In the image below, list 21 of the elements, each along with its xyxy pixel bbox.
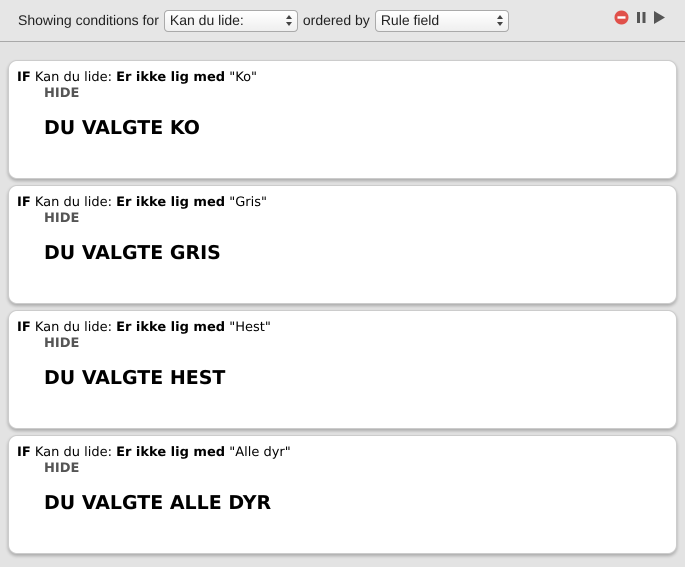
- stepper-icon: [496, 15, 503, 26]
- rule-action: HIDE: [44, 461, 80, 477]
- rule-action: HIDE: [44, 211, 80, 227]
- order-select[interactable]: Rule field: [374, 10, 509, 32]
- stop-icon[interactable]: [614, 10, 629, 25]
- play-icon[interactable]: [654, 11, 665, 24]
- rule-condition: IF Kan du lide: Er ikke lig med "Ko": [17, 70, 258, 86]
- rule-condition: IF Kan du lide: Er ikke lig med "Alle dyr": [17, 445, 291, 461]
- rule-action: HIDE: [44, 336, 80, 352]
- stepper-icon: [286, 15, 292, 26]
- rule-action: HIDE: [44, 86, 80, 102]
- rule-target: DU VALGTE ALLE DYR: [44, 491, 272, 515]
- rule-target: DU VALGTE GRIS: [44, 241, 221, 265]
- toolbar-label: ordered by: [302, 11, 370, 30]
- rule-target: DU VALGTE KO: [44, 116, 200, 140]
- field-select[interactable]: Kan du lide:: [164, 10, 298, 32]
- rule-condition: IF Kan du lide: Er ikke lig med "Hest": [17, 320, 271, 336]
- rule-condition: IF Kan du lide: Er ikke lig med "Gris": [17, 195, 267, 211]
- toolbar-label: Showing conditions for: [18, 11, 159, 30]
- rule-target: DU VALGTE HEST: [44, 366, 226, 390]
- pause-icon[interactable]: [637, 12, 646, 23]
